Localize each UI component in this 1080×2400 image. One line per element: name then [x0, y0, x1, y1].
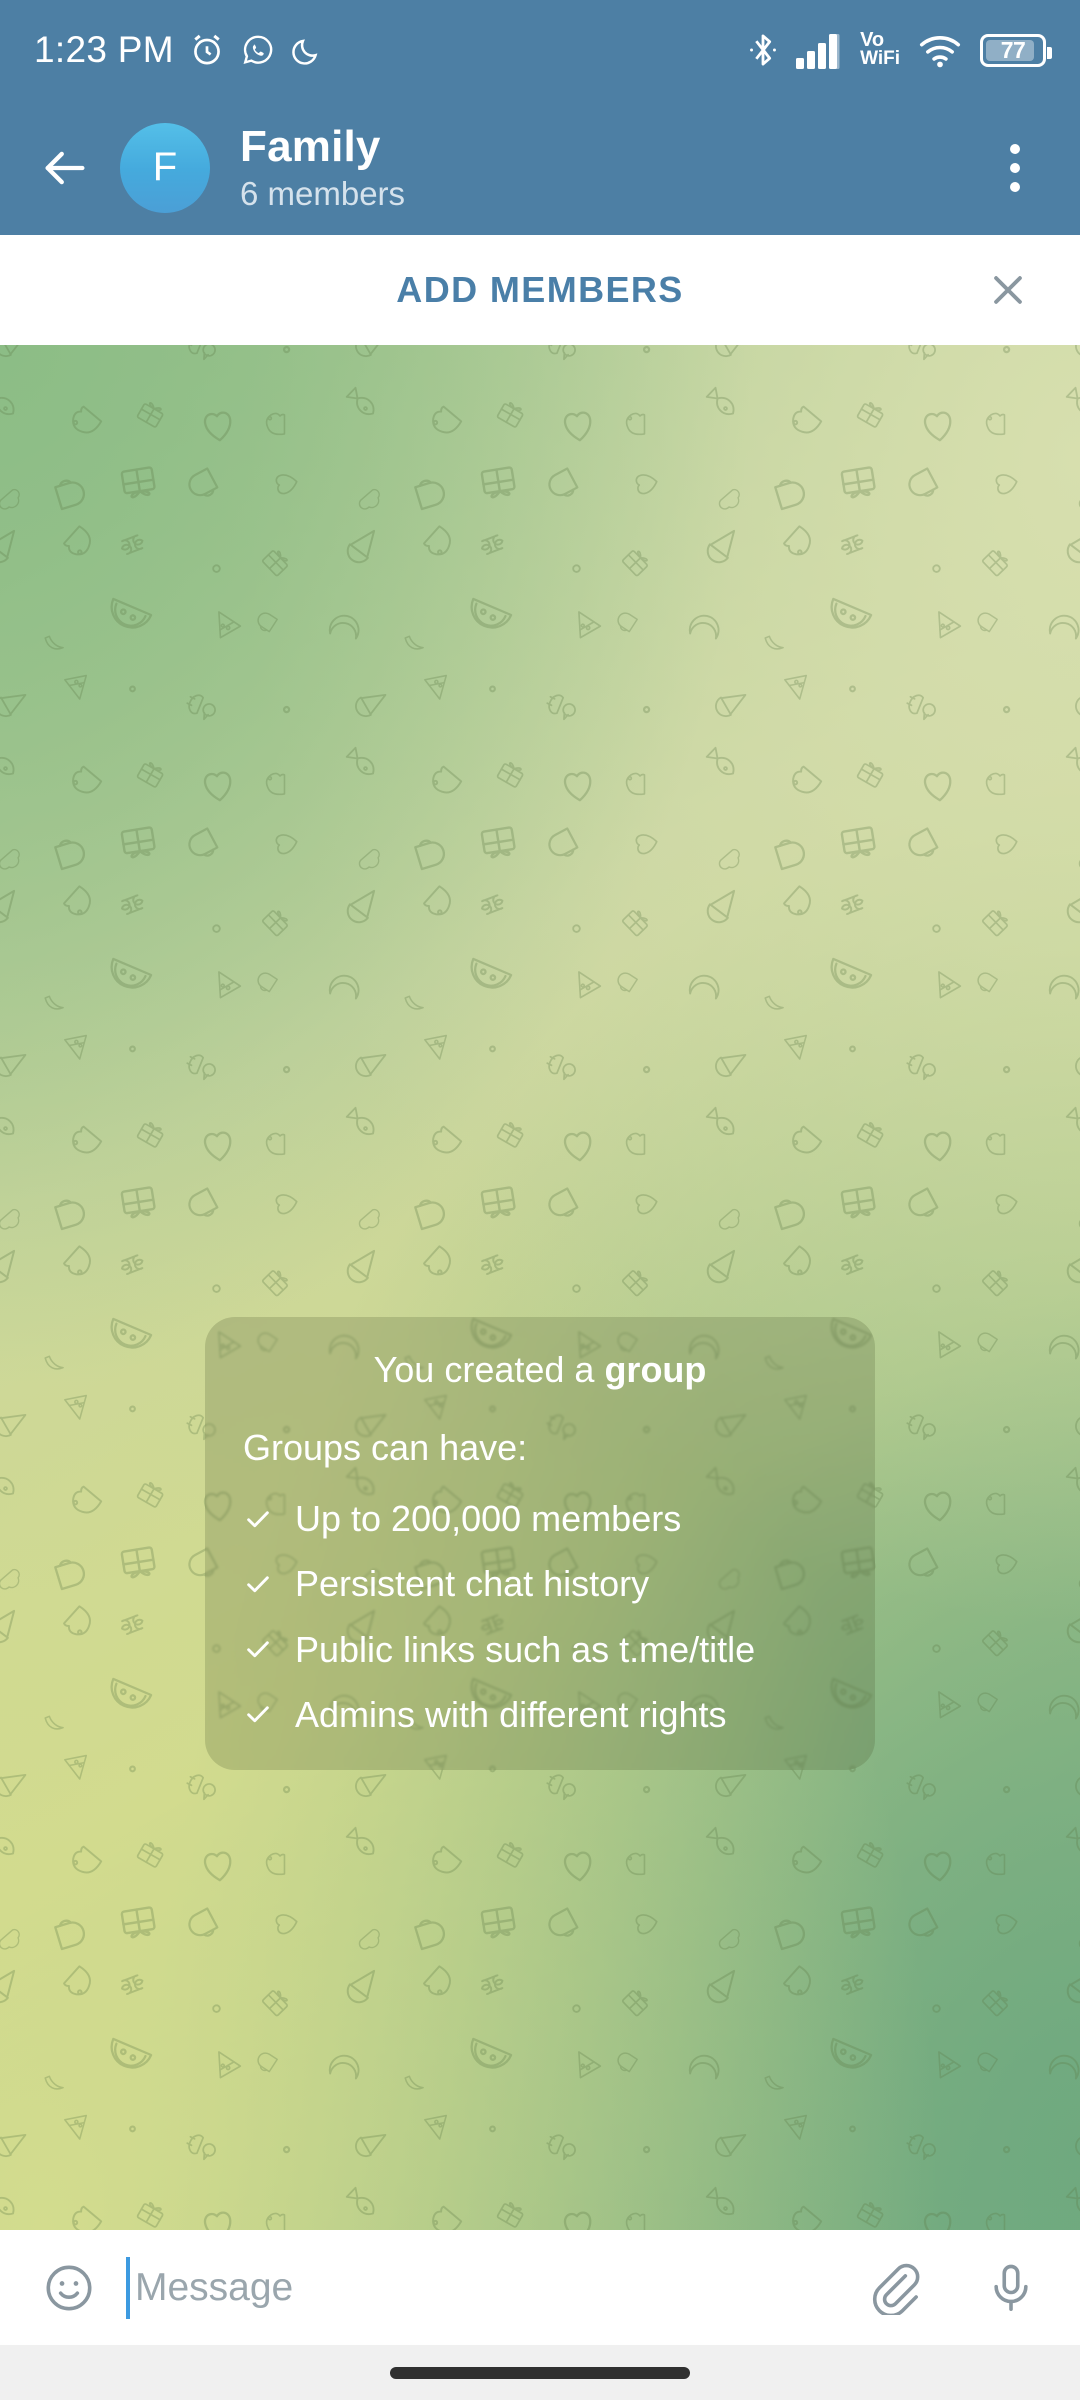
do-not-disturb-moon-icon [292, 38, 318, 65]
bluetooth-icon [750, 34, 776, 66]
list-item: Up to 200,000 members [243, 1497, 837, 1540]
chat-message-area: You created a group Groups can have: Up … [0, 345, 1080, 2230]
info-card-title-bold: group [604, 1349, 707, 1390]
info-card-title-prefix: You created a [373, 1349, 605, 1390]
text-cursor [126, 2256, 130, 2319]
system-navigation-bar [0, 2345, 1080, 2400]
add-members-bar: ADD MEMBERS [0, 235, 1080, 345]
emoji-button[interactable] [38, 2257, 100, 2319]
dismiss-add-members-button[interactable] [976, 258, 1040, 322]
list-item-label: Public links such as t.me/title [295, 1628, 756, 1670]
home-gesture-pill[interactable] [390, 2366, 690, 2379]
close-icon [994, 276, 1022, 304]
overflow-menu-button[interactable] [984, 133, 1046, 203]
message-input[interactable]: Message [126, 2250, 864, 2326]
group-created-info-card: You created a group Groups can have: Up … [205, 1317, 875, 1770]
chat-wallpaper-doodle-pattern [0, 345, 1080, 2230]
battery-icon: 77 [980, 33, 1052, 67]
paperclip-icon [872, 2263, 920, 2315]
voice-record-button[interactable] [980, 2257, 1042, 2319]
message-placeholder: Message [135, 2265, 294, 2309]
group-title: Family [240, 121, 381, 171]
check-icon [243, 1504, 273, 1534]
chat-title-block[interactable]: Family 6 members [240, 122, 405, 214]
list-item: Persistent chat history [243, 1562, 837, 1605]
back-button[interactable] [34, 137, 96, 199]
check-icon [243, 1569, 273, 1599]
whatsapp-icon [243, 35, 273, 65]
group-avatar[interactable]: F [120, 122, 210, 213]
info-card-subtitle: Groups can have: [243, 1427, 528, 1468]
info-card-title: You created a group [243, 1347, 837, 1392]
list-item-label: Admins with different rights [295, 1693, 727, 1735]
avatar-initial: F [152, 145, 178, 189]
status-bar: 1:23 PM Vo WiFi 77 [0, 0, 1080, 100]
microphone-icon [994, 2264, 1028, 2311]
composer-actions [864, 2257, 1042, 2319]
back-arrow-icon [45, 151, 85, 184]
status-bar-left: 1:23 PM [34, 29, 323, 71]
check-icon [243, 1699, 273, 1729]
cellular-signal-icon [796, 34, 840, 69]
telegram-group-chat-screen: 1:23 PM Vo WiFi 77 F Family 6 members AD… [0, 0, 1080, 2400]
check-icon [243, 1634, 273, 1664]
status-bar-clock: 1:23 PM [34, 29, 174, 70]
group-member-count: 6 members [240, 174, 406, 212]
battery-level: 77 [1000, 36, 1026, 63]
list-item: Admins with different rights [243, 1693, 837, 1736]
add-members-button[interactable]: ADD MEMBERS [396, 269, 683, 311]
wifi-icon [919, 35, 961, 68]
attach-button[interactable] [864, 2257, 926, 2319]
list-item-label: Persistent chat history [295, 1563, 650, 1605]
chat-header: F Family 6 members [0, 100, 1080, 235]
status-bar-right: Vo WiFi 77 [747, 29, 1052, 70]
alarm-clock-icon [194, 34, 220, 65]
vowifi-indicator: Vo WiFi [860, 29, 900, 70]
list-item: Public links such as t.me/title [243, 1628, 837, 1671]
list-item-label: Up to 200,000 members [295, 1498, 682, 1540]
group-feature-list: Up to 200,000 members Persistent chat his… [243, 1497, 837, 1736]
message-composer: Message [0, 2230, 1080, 2345]
overflow-menu-icon [1010, 143, 1020, 154]
emoji-smiley-icon [46, 2265, 92, 2310]
